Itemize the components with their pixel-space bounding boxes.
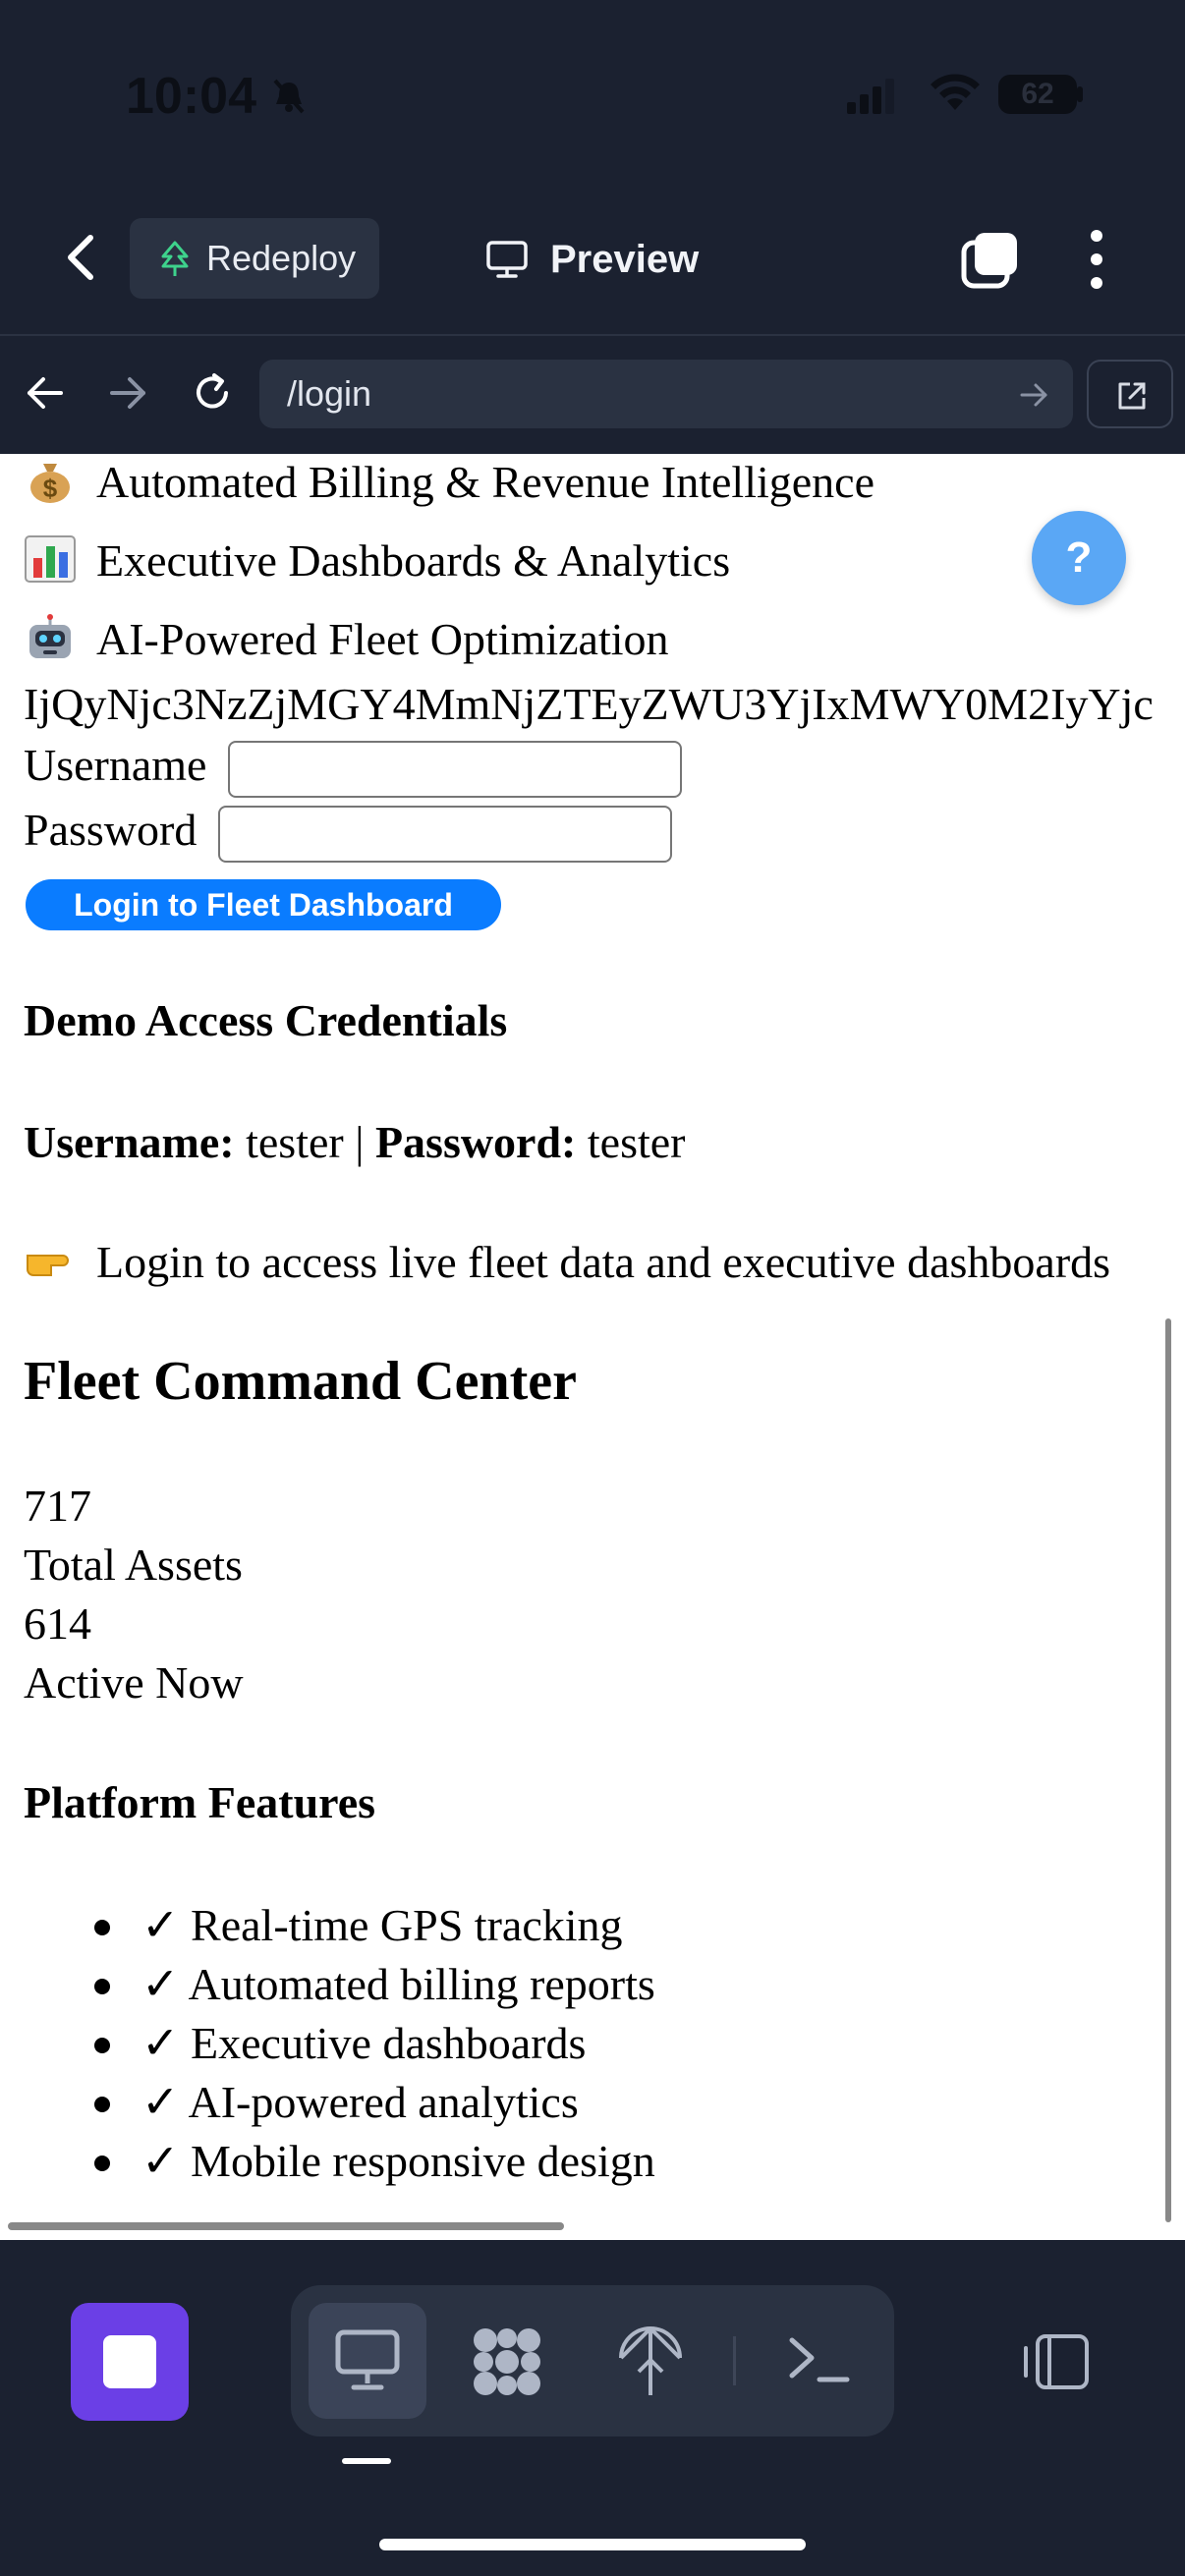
open-external-button[interactable]	[1087, 360, 1173, 428]
deploy-icon[interactable]	[615, 2324, 686, 2399]
cred-username-value: tester	[246, 1117, 344, 1167]
login-button[interactable]: Login to Fleet Dashboard	[26, 879, 501, 930]
terminal-icon[interactable]	[786, 2330, 851, 2389]
cred-password-value: tester	[587, 1117, 686, 1167]
feature-dashboards: Executive Dashboards & Analytics	[24, 534, 730, 587]
fleet-command-heading: Fleet Command Center	[24, 1351, 577, 1412]
go-arrow-icon[interactable]	[1018, 379, 1049, 411]
feature-ai-text: AI-Powered Fleet Optimization	[96, 614, 669, 664]
home-indicator[interactable]	[379, 2539, 806, 2550]
redeploy-button[interactable]: Redeploy	[130, 218, 379, 299]
arrow-left-icon[interactable]	[26, 373, 65, 413]
bell-muted-icon	[273, 79, 305, 114]
web-preview: $ Automated Billing & Revenue Intelligen…	[0, 454, 1185, 2240]
robot-icon	[29, 614, 71, 658]
total-assets-value: 717	[24, 1481, 91, 1531]
status-bar: 10:04 62	[0, 0, 1185, 196]
tool-divider	[733, 2336, 736, 2385]
password-label: Password	[24, 805, 198, 855]
help-button[interactable]: ?	[1032, 511, 1126, 605]
url-input[interactable]: /login	[259, 360, 1073, 428]
wifi-icon	[931, 74, 980, 110]
preview-label: Preview	[550, 237, 700, 281]
demo-credentials-heading: Demo Access Credentials	[24, 995, 508, 1045]
more-vertical-icon[interactable]	[1079, 228, 1114, 291]
cred-username-label: Username:	[24, 1117, 235, 1167]
feature-ai: AI-Powered Fleet Optimization	[24, 613, 669, 665]
list-item: ✓ Automated billing reports	[24, 1957, 655, 2016]
stop-square-icon	[103, 2335, 156, 2388]
platform-features-heading: Platform Features	[24, 1777, 376, 1827]
cellular-signal-icon	[847, 79, 894, 114]
list-item: ✓ Mobile responsive design	[24, 2134, 655, 2193]
username-label: Username	[24, 740, 207, 790]
reload-icon[interactable]	[191, 371, 234, 415]
pointing-hand-icon	[27, 1255, 69, 1276]
svg-text:$: $	[43, 474, 58, 503]
deploy-tree-icon	[161, 241, 189, 276]
monitor-icon	[486, 241, 528, 278]
vertical-scrollbar[interactable]	[1165, 1318, 1171, 2222]
battery-indicator: 62	[998, 75, 1077, 114]
active-now-value: 614	[24, 1598, 91, 1649]
platform-features-list: ✓ Real-time GPS tracking ✓ Automated bil…	[24, 1898, 655, 2193]
panel-toggle-icon[interactable]	[1020, 2332, 1091, 2391]
login-hint: Login to access live fleet data and exec…	[24, 1236, 1110, 1288]
login-hint-text: Login to access live fleet data and exec…	[96, 1237, 1111, 1287]
cred-separator: |	[355, 1117, 365, 1167]
tabs-icon[interactable]	[961, 230, 1020, 289]
bar-chart-icon	[25, 535, 76, 583]
total-assets-label: Total Assets	[24, 1540, 243, 1590]
list-item: ✓ Real-time GPS tracking	[24, 1898, 655, 1957]
active-tab-indicator	[342, 2458, 391, 2464]
cred-password-label: Password:	[374, 1117, 577, 1167]
status-time: 10:04	[126, 68, 256, 125]
money-bag-icon: $	[30, 464, 70, 503]
preview-button[interactable]: Preview	[485, 232, 699, 287]
external-link-icon	[1118, 382, 1146, 410]
feature-billing-text: Automated Billing & Revenue Intelligence	[96, 457, 875, 507]
list-item: ✓ Executive dashboards	[24, 2016, 655, 2075]
password-input[interactable]	[218, 806, 672, 863]
active-now-label: Active Now	[24, 1657, 244, 1708]
stop-button[interactable]	[71, 2303, 189, 2421]
feature-billing: $ Automated Billing & Revenue Intelligen…	[24, 456, 875, 508]
demo-credentials-line: Username: tester | Password: tester	[24, 1116, 686, 1168]
feature-dashboards-text: Executive Dashboards & Analytics	[96, 535, 731, 586]
battery-tip	[1077, 86, 1083, 102]
redeploy-label: Redeploy	[206, 238, 357, 278]
arrow-right-icon[interactable]	[108, 373, 147, 413]
back-chevron-icon[interactable]	[61, 232, 100, 283]
monitor-icon[interactable]	[334, 2328, 401, 2393]
username-input[interactable]	[228, 741, 682, 798]
csrf-token-text: IjQyNjc3NzZjMGY4MmNjZTEyZWU3YjIxMWY0M2Iy…	[24, 679, 1154, 729]
workflow-blobs-icon[interactable]	[470, 2324, 544, 2399]
list-item: ✓ AI-powered analytics	[24, 2075, 655, 2134]
horizontal-scrollbar[interactable]	[8, 2222, 564, 2230]
